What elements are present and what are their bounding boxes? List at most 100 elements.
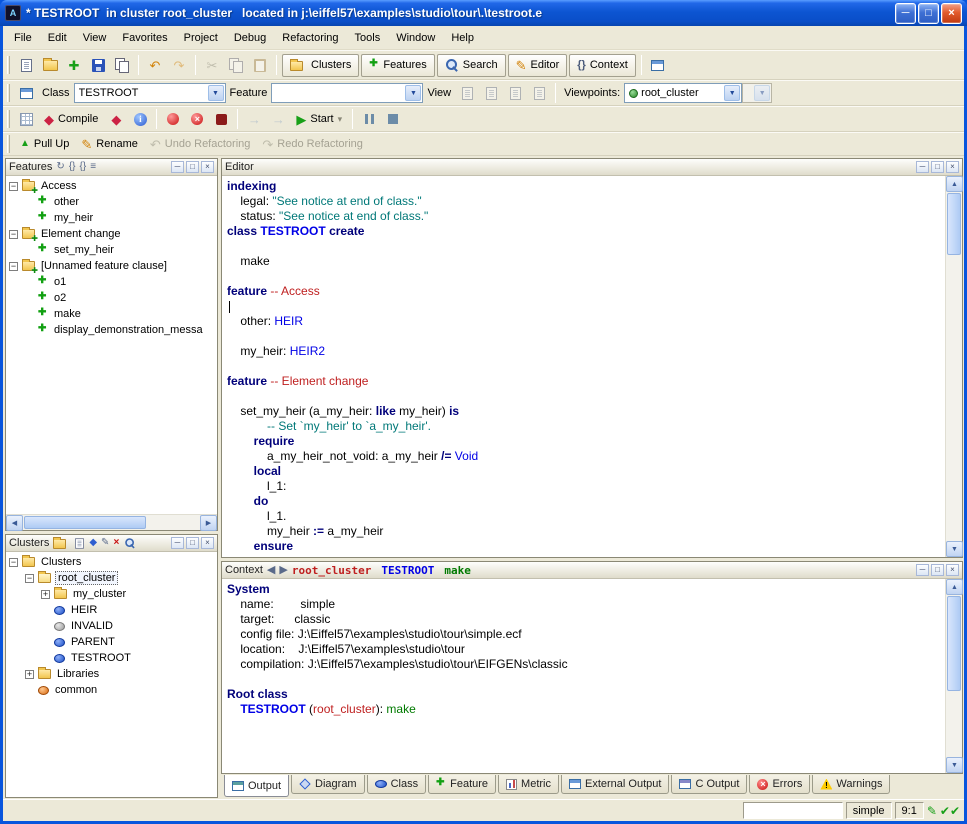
features-tree[interactable]: −Accessothermy_heir−Element changeset_my… — [6, 176, 217, 514]
title-bar[interactable]: A * TESTROOT in cluster root_cluster loc… — [0, 0, 967, 26]
maximize-pane-icon[interactable]: □ — [186, 161, 199, 173]
clusters-tool-button[interactable]: Clusters — [282, 54, 359, 77]
chevron-down-icon[interactable]: ▼ — [724, 85, 740, 101]
scrollbar-thumb[interactable] — [24, 516, 146, 529]
tree-item[interactable]: my_heir — [6, 210, 217, 226]
tab-diagram[interactable]: Diagram — [291, 775, 365, 794]
tree-item[interactable]: +Libraries — [6, 666, 217, 682]
project-info-button[interactable]: i — [128, 108, 152, 131]
context-vertical-scrollbar[interactable]: ▲ ▼ — [945, 579, 962, 773]
tree-expander-icon[interactable]: + — [41, 590, 50, 599]
editor-vertical-scrollbar[interactable]: ▲ ▼ — [945, 176, 962, 557]
list-icon[interactable]: ≡ — [90, 162, 96, 172]
context-text-area[interactable]: System name: simple target: classic conf… — [222, 579, 945, 773]
tab-output[interactable]: Output — [224, 775, 289, 797]
search-tool-button[interactable]: Search — [437, 54, 506, 77]
tree-expander-icon[interactable]: + — [25, 670, 34, 679]
new-class-icon[interactable] — [75, 538, 84, 548]
tree-expander-icon[interactable]: − — [9, 558, 18, 567]
step-into-button[interactable]: → — [242, 108, 266, 131]
tree-item[interactable]: −Clusters — [6, 554, 217, 570]
context-crumb-root_cluster[interactable]: root_cluster — [292, 564, 371, 577]
menu-tools[interactable]: Tools — [347, 29, 389, 47]
context-pane-header[interactable]: Context ◀ ▶ root_clusterTESTROOTmake ─ □… — [222, 562, 962, 579]
tree-item[interactable]: HEIR — [6, 602, 217, 618]
diagram-icon[interactable]: ◆ — [89, 538, 97, 548]
scroll-down-button[interactable]: ▼ — [946, 757, 963, 773]
minimize-pane-icon[interactable]: ─ — [916, 161, 929, 173]
signature-icon[interactable]: {} — [80, 162, 87, 172]
paste-button[interactable] — [248, 54, 272, 77]
menu-view[interactable]: View — [75, 29, 115, 47]
menu-project[interactable]: Project — [176, 29, 226, 47]
cut-button[interactable]: ✂ — [200, 54, 224, 77]
chevron-down-icon[interactable]: ▼ — [405, 85, 421, 101]
edit-icon[interactable]: ✎ — [101, 538, 109, 548]
tree-expander-icon[interactable]: − — [25, 574, 34, 583]
editor-pane-header[interactable]: Editor ─ □ × — [222, 159, 962, 176]
toolbar-grip[interactable] — [7, 84, 10, 102]
undo-refactoring-button[interactable]: ↶ Undo Refactoring — [144, 133, 257, 155]
tree-item[interactable]: TESTROOT — [6, 650, 217, 666]
menu-window[interactable]: Window — [388, 29, 443, 47]
tree-item[interactable]: +my_cluster — [6, 586, 217, 602]
refresh-icon[interactable]: ↻ — [56, 162, 64, 172]
new-document-button[interactable] — [14, 54, 38, 77]
clusters-tree[interactable]: −Clusters−root_cluster+my_clusterHEIRINV… — [6, 552, 217, 797]
toolbar-grip[interactable] — [7, 135, 10, 153]
maximize-pane-icon[interactable]: □ — [931, 564, 944, 576]
history-forward-icon[interactable]: ▶ — [279, 565, 287, 576]
copy-button[interactable] — [224, 54, 248, 77]
view-contract-button[interactable] — [503, 82, 527, 105]
tree-item[interactable]: −root_cluster — [6, 570, 217, 586]
external-tools-button[interactable] — [646, 54, 670, 77]
tree-item[interactable]: −Element change — [6, 226, 217, 242]
tree-item[interactable]: o2 — [6, 290, 217, 306]
tab-external-output[interactable]: External Output — [561, 775, 669, 794]
tab-c-output[interactable]: C Output — [671, 775, 747, 794]
toolbar-grip[interactable] — [7, 56, 10, 74]
context-tool-button[interactable]: {} Context — [569, 54, 635, 77]
start-dropdown-icon[interactable]: ▾ — [338, 115, 343, 124]
class-tool-button[interactable] — [14, 82, 38, 105]
toolbar-grip[interactable] — [7, 110, 10, 128]
redo-button[interactable]: ↷ — [167, 54, 191, 77]
class-combobox[interactable]: TESTROOT ▼ — [74, 83, 226, 103]
new-item-button[interactable]: ✚ — [62, 54, 86, 77]
view-flat-button[interactable] — [479, 82, 503, 105]
view-interface-button[interactable] — [527, 82, 551, 105]
tree-item[interactable]: INVALID — [6, 618, 217, 634]
tree-item[interactable]: set_my_heir — [6, 242, 217, 258]
scrollbar-track[interactable] — [946, 595, 962, 757]
view-text-button[interactable] — [455, 82, 479, 105]
tree-item[interactable]: display_demonstration_messa — [6, 322, 217, 338]
menu-refactoring[interactable]: Refactoring — [274, 29, 346, 47]
tab-warnings[interactable]: Warnings — [812, 775, 890, 794]
menu-debug[interactable]: Debug — [226, 29, 274, 47]
search-icon[interactable] — [125, 537, 136, 548]
tab-errors[interactable]: Errors — [749, 775, 810, 794]
tree-item[interactable]: PARENT — [6, 634, 217, 650]
tab-feature[interactable]: Feature — [428, 775, 496, 794]
save-button[interactable] — [86, 54, 110, 77]
clusters-pane-header[interactable]: Clusters ◆ ✎ × ─ □ × — [6, 535, 217, 552]
scrollbar-thumb[interactable] — [947, 193, 961, 255]
history-back-icon[interactable]: ◀ — [267, 565, 275, 576]
new-cluster-icon[interactable] — [53, 539, 66, 549]
stop-button[interactable] — [381, 108, 405, 131]
project-settings-button[interactable] — [14, 108, 38, 131]
melt-button[interactable] — [161, 108, 185, 131]
maximize-pane-icon[interactable]: □ — [186, 537, 199, 549]
tree-expander-icon[interactable]: − — [9, 182, 18, 191]
scroll-left-button[interactable]: ◀ — [6, 515, 23, 531]
r ename-button[interactable]: ✎ Rename — [75, 133, 143, 155]
redo-refactoring-button[interactable]: ↷ Redo Refactoring — [256, 133, 369, 155]
menu-edit[interactable]: Edit — [40, 29, 75, 47]
remove-icon[interactable]: × — [113, 538, 119, 548]
tree-item[interactable]: make — [6, 306, 217, 322]
context-crumb-make[interactable]: make — [444, 564, 471, 577]
start-button[interactable]: ▶ Start ▾ — [290, 108, 348, 130]
minimize-pane-icon[interactable]: ─ — [171, 537, 184, 549]
viewpoints-combobox[interactable]: root_cluster ▼ — [624, 83, 742, 103]
scroll-up-button[interactable]: ▲ — [946, 579, 963, 595]
